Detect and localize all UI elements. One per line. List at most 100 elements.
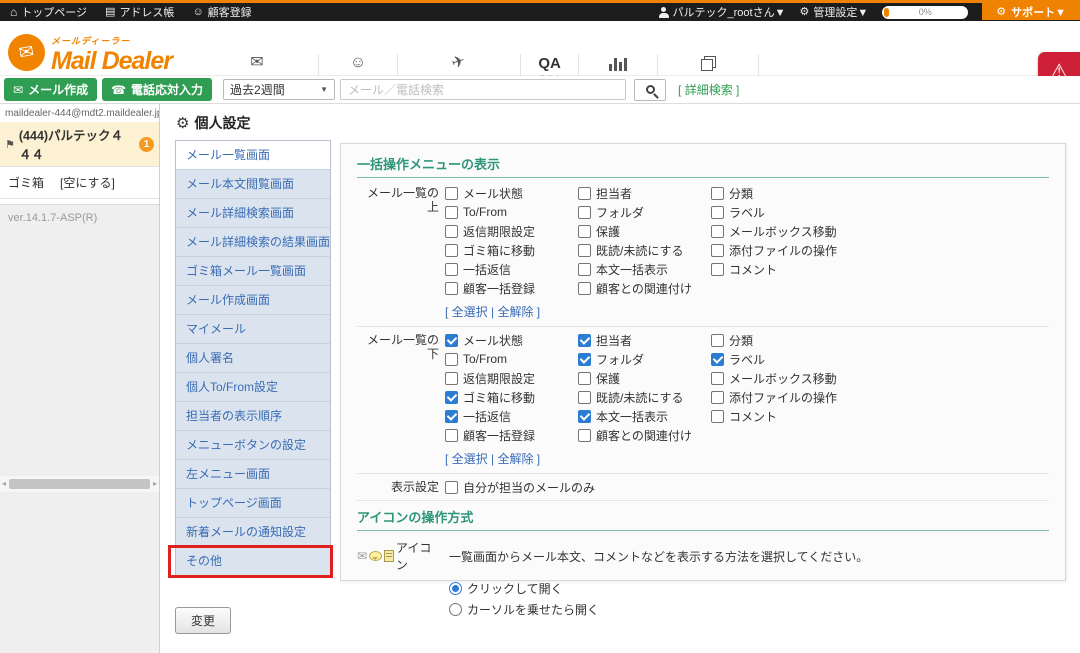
checkbox-option[interactable]: 顧客一括登録	[445, 428, 578, 442]
settings-menu-item[interactable]: メール作成画面	[176, 286, 330, 315]
phone-entry-button[interactable]: 電話応対入力	[102, 78, 212, 101]
settings-menu-item[interactable]: メール詳細検索の結果画面	[176, 228, 330, 257]
search-input[interactable]	[340, 79, 626, 100]
checkbox[interactable]	[578, 244, 591, 257]
checkbox[interactable]	[578, 206, 591, 219]
checkbox-option[interactable]: 添付ファイルの操作	[711, 390, 881, 404]
checkbox-option[interactable]: 分類	[711, 186, 881, 200]
checkbox[interactable]	[445, 225, 458, 238]
compose-mail-button[interactable]: メール作成	[4, 78, 97, 101]
radio-button[interactable]	[449, 603, 462, 616]
checkbox[interactable]	[711, 225, 724, 238]
checkbox-option[interactable]: コメント	[711, 409, 881, 423]
checkbox[interactable]	[711, 410, 724, 423]
checkbox-option[interactable]: 担当者	[578, 186, 711, 200]
empty-trash-link[interactable]: [空にする]	[60, 174, 115, 191]
settings-menu-item[interactable]: 担当者の表示順序	[176, 402, 330, 431]
checkbox[interactable]	[578, 334, 591, 347]
search-period-select[interactable]: 過去2週間	[223, 79, 335, 100]
checkbox[interactable]	[445, 282, 458, 295]
settings-menu-item[interactable]: 新着メールの通知設定	[176, 518, 330, 547]
checkbox[interactable]	[445, 187, 458, 200]
topbar-item[interactable]: アドレス帳	[105, 4, 174, 20]
checkbox-option[interactable]: メール状態	[445, 333, 578, 347]
settings-menu-item[interactable]: トップページ画面	[176, 489, 330, 518]
settings-menu-item[interactable]: ゴミ箱メール一覧画面	[176, 257, 330, 286]
checkbox-option[interactable]: 返信期限設定	[445, 224, 578, 238]
settings-menu-item[interactable]: マイメール	[176, 315, 330, 344]
checkbox-option[interactable]: 一括返信	[445, 409, 578, 423]
checkbox[interactable]	[445, 263, 458, 276]
settings-menu-item[interactable]: メニューボタンの設定	[176, 431, 330, 460]
checkbox[interactable]	[445, 481, 458, 494]
settings-menu-item[interactable]: メール詳細検索画面	[176, 199, 330, 228]
checkbox[interactable]	[711, 263, 724, 276]
checkbox[interactable]	[445, 353, 458, 366]
checkbox-option[interactable]: ラベル	[711, 352, 881, 366]
checkbox[interactable]	[711, 353, 724, 366]
checkbox[interactable]	[578, 391, 591, 404]
checkbox[interactable]	[711, 334, 724, 347]
checkbox-option[interactable]: メールボックス移動	[711, 224, 881, 238]
scroll-left-arrow[interactable]: ◂	[2, 480, 6, 488]
checkbox-option[interactable]: フォルダ	[578, 205, 711, 219]
checkbox-option[interactable]: 本文一括表示	[578, 262, 711, 276]
checkbox[interactable]	[578, 372, 591, 385]
checkbox[interactable]	[445, 206, 458, 219]
scroll-right-arrow[interactable]: ▸	[153, 480, 157, 488]
settings-menu-item[interactable]: 左メニュー画面	[176, 460, 330, 489]
checkbox[interactable]	[711, 391, 724, 404]
advanced-search-link[interactable]: [ 詳細検索 ]	[678, 81, 739, 98]
settings-menu-item[interactable]: メール本文閲覧画面	[176, 170, 330, 199]
checkbox-option[interactable]: ラベル	[711, 205, 881, 219]
checkbox[interactable]	[711, 244, 724, 257]
checkbox[interactable]	[711, 206, 724, 219]
checkbox[interactable]	[445, 391, 458, 404]
checkbox-option[interactable]: 顧客一括登録	[445, 281, 578, 295]
checkbox-option[interactable]: ゴミ箱に移動	[445, 390, 578, 404]
checkbox-option[interactable]: 本文一括表示	[578, 409, 711, 423]
radio-option[interactable]: クリックして開く	[449, 580, 1049, 597]
select-all-clear-links[interactable]: [ 全選択 | 全解除 ]	[445, 303, 578, 320]
checkbox[interactable]	[578, 282, 591, 295]
checkbox-option[interactable]: 担当者	[578, 333, 711, 347]
submit-button[interactable]: 変更	[175, 607, 231, 634]
checkbox-option[interactable]: 添付ファイルの操作	[711, 243, 881, 257]
settings-menu-item[interactable]: 個人To/From設定	[176, 373, 330, 402]
radio-button[interactable]	[449, 582, 462, 595]
trash-label[interactable]: ゴミ箱	[8, 174, 60, 191]
display-setting-option[interactable]: 自分が担当のメールのみ	[445, 480, 578, 494]
search-button[interactable]	[634, 79, 666, 101]
user-menu[interactable]: パルテック_rootさん▼	[659, 4, 786, 20]
checkbox-option[interactable]: To/From	[445, 352, 578, 366]
checkbox[interactable]	[445, 372, 458, 385]
checkbox-option[interactable]: メールボックス移動	[711, 371, 881, 385]
checkbox[interactable]	[578, 429, 591, 442]
checkbox[interactable]	[578, 187, 591, 200]
checkbox[interactable]	[711, 187, 724, 200]
logo[interactable]: ✉ メールディーラー Mail Dealer	[8, 31, 172, 74]
checkbox[interactable]	[578, 263, 591, 276]
settings-menu-item[interactable]: メール一覧画面	[176, 141, 330, 170]
checkbox[interactable]	[578, 225, 591, 238]
checkbox-option[interactable]: 既読/未読にする	[578, 390, 711, 404]
topbar-item[interactable]: トップページ	[10, 4, 87, 20]
checkbox[interactable]	[578, 410, 591, 423]
mailbox-item[interactable]: (444)パルテック４４４ 1	[0, 122, 159, 166]
checkbox-option[interactable]: フォルダ	[578, 352, 711, 366]
scrollbar-thumb[interactable]	[9, 479, 150, 489]
checkbox-option[interactable]: To/From	[445, 205, 578, 219]
checkbox[interactable]	[445, 334, 458, 347]
radio-option[interactable]: カーソルを乗せたら開く	[449, 601, 1049, 618]
checkbox-option[interactable]: 顧客との関連付け	[578, 428, 711, 442]
checkbox-option[interactable]: 保護	[578, 371, 711, 385]
checkbox-option[interactable]: 顧客との関連付け	[578, 281, 711, 295]
checkbox[interactable]	[578, 353, 591, 366]
settings-menu-item[interactable]: その他	[176, 547, 330, 576]
support-menu[interactable]: サポート▼	[982, 1, 1080, 20]
checkbox[interactable]	[445, 410, 458, 423]
checkbox-option[interactable]: 既読/未読にする	[578, 243, 711, 257]
select-all-clear-links[interactable]: [ 全選択 | 全解除 ]	[445, 450, 578, 467]
topbar-item[interactable]: 顧客登録	[192, 4, 251, 20]
checkbox[interactable]	[445, 244, 458, 257]
